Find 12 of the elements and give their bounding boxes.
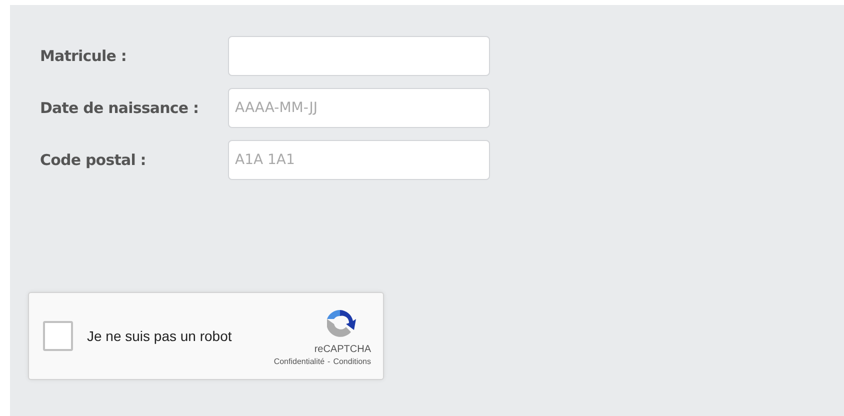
input-field[interactable]: AAAA-MM-JJ xyxy=(228,88,490,128)
captcha-checkbox[interactable] xyxy=(43,321,73,351)
captcha-label: Je ne suis pas un robot xyxy=(87,328,233,344)
field-label: Date de naissance : xyxy=(40,99,200,117)
field-label: Code postal : xyxy=(40,151,147,169)
privacy-link[interactable]: Confidentialité xyxy=(274,356,325,366)
input-field[interactable] xyxy=(228,36,490,76)
field-label: Matricule : xyxy=(40,47,128,65)
link-separator: - xyxy=(328,356,330,366)
captcha-brand: reCAPTCHA xyxy=(314,344,371,354)
input-field[interactable]: A1A 1A1 xyxy=(228,140,490,180)
terms-link[interactable]: Conditions xyxy=(333,356,371,366)
